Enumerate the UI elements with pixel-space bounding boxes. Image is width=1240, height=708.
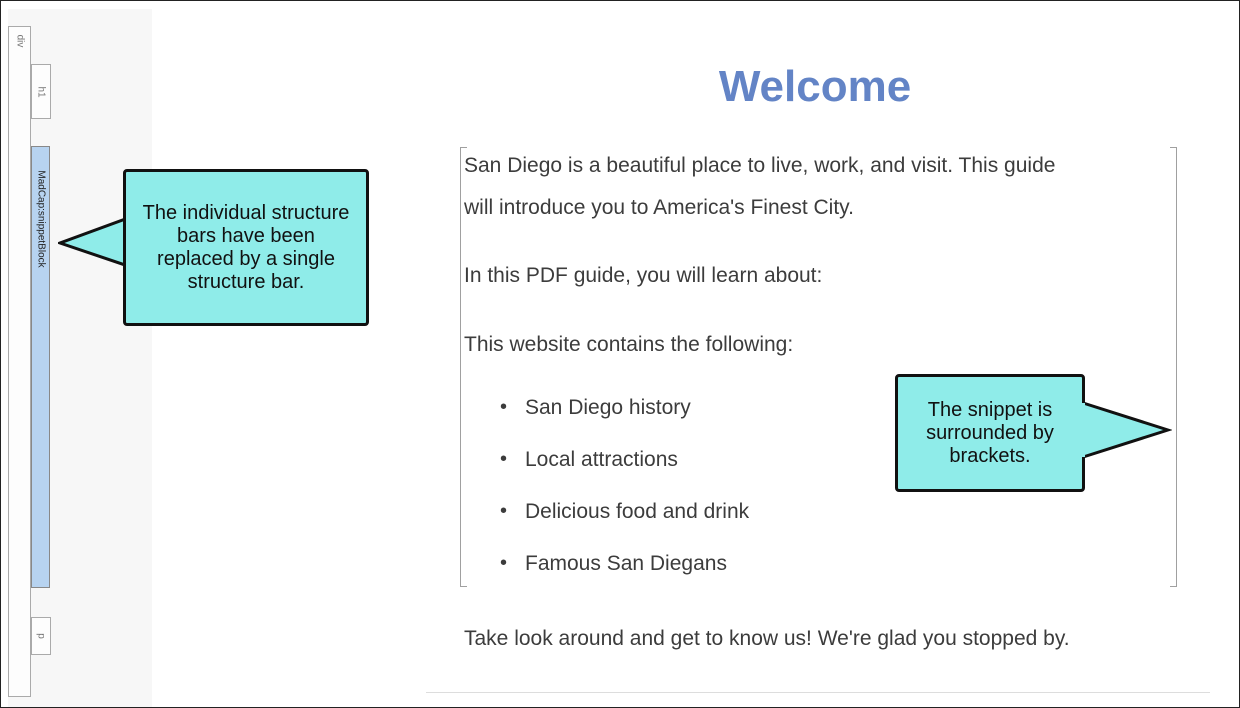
structure-bar-p-label: p: [35, 633, 47, 639]
structure-bar-snippet-label: MadCap:snippetBlock: [35, 170, 46, 268]
callout-structure-bar-text: The individual structure bars have been …: [142, 201, 350, 293]
closing-paragraph: Take look around and get to know us! We'…: [464, 627, 1070, 650]
website-paragraph: This website contains the following:: [464, 333, 794, 356]
callout-pointer-right-cover: [1075, 403, 1085, 457]
list-item: • Local attractions: [500, 448, 749, 500]
intro-paragraph-line-2: will introduce you to America's Finest C…: [464, 196, 854, 219]
list-item: • San Diego history: [500, 396, 749, 448]
topics-list: • San Diego history • Local attractions • D…: [500, 396, 749, 604]
list-item-text: Delicious food and drink: [525, 500, 750, 523]
bullet-icon: •: [500, 500, 508, 522]
pdf-guide-paragraph: In this PDF guide, you will learn about:: [464, 264, 823, 287]
structure-bar-p[interactable]: p: [31, 617, 51, 655]
list-item: • Delicious food and drink: [500, 500, 749, 552]
list-item-text: Local attractions: [525, 448, 678, 471]
snippet-bracket-right: [1170, 147, 1177, 587]
callout-brackets: The snippet is surrounded by brackets.: [895, 374, 1085, 492]
callout-pointer-left-cover: [126, 218, 136, 268]
callout-brackets-text: The snippet is surrounded by brackets.: [926, 398, 1054, 467]
bullet-icon: •: [500, 448, 508, 470]
structure-bar-div-label: div: [14, 34, 25, 48]
structure-bar-h1[interactable]: h1: [31, 64, 51, 119]
callout-pointer-right-icon: [1078, 399, 1172, 461]
list-item-text: San Diego history: [525, 396, 691, 419]
list-item: • Famous San Diegans: [500, 552, 749, 604]
callout-structure-bar: The individual structure bars have been …: [123, 169, 369, 326]
content-divider: [426, 692, 1210, 693]
bullet-icon: •: [500, 552, 508, 574]
list-item-text: Famous San Diegans: [525, 552, 727, 575]
structure-bar-div[interactable]: div: [8, 26, 31, 697]
structure-bar-snippet-block[interactable]: MadCap:snippetBlock: [31, 146, 50, 588]
intro-paragraph-line-1: San Diego is a beautiful place to live, …: [464, 154, 1056, 177]
structure-bar-h1-label: h1: [35, 85, 47, 98]
bullet-icon: •: [500, 396, 508, 418]
page-title: Welcome: [718, 62, 912, 111]
